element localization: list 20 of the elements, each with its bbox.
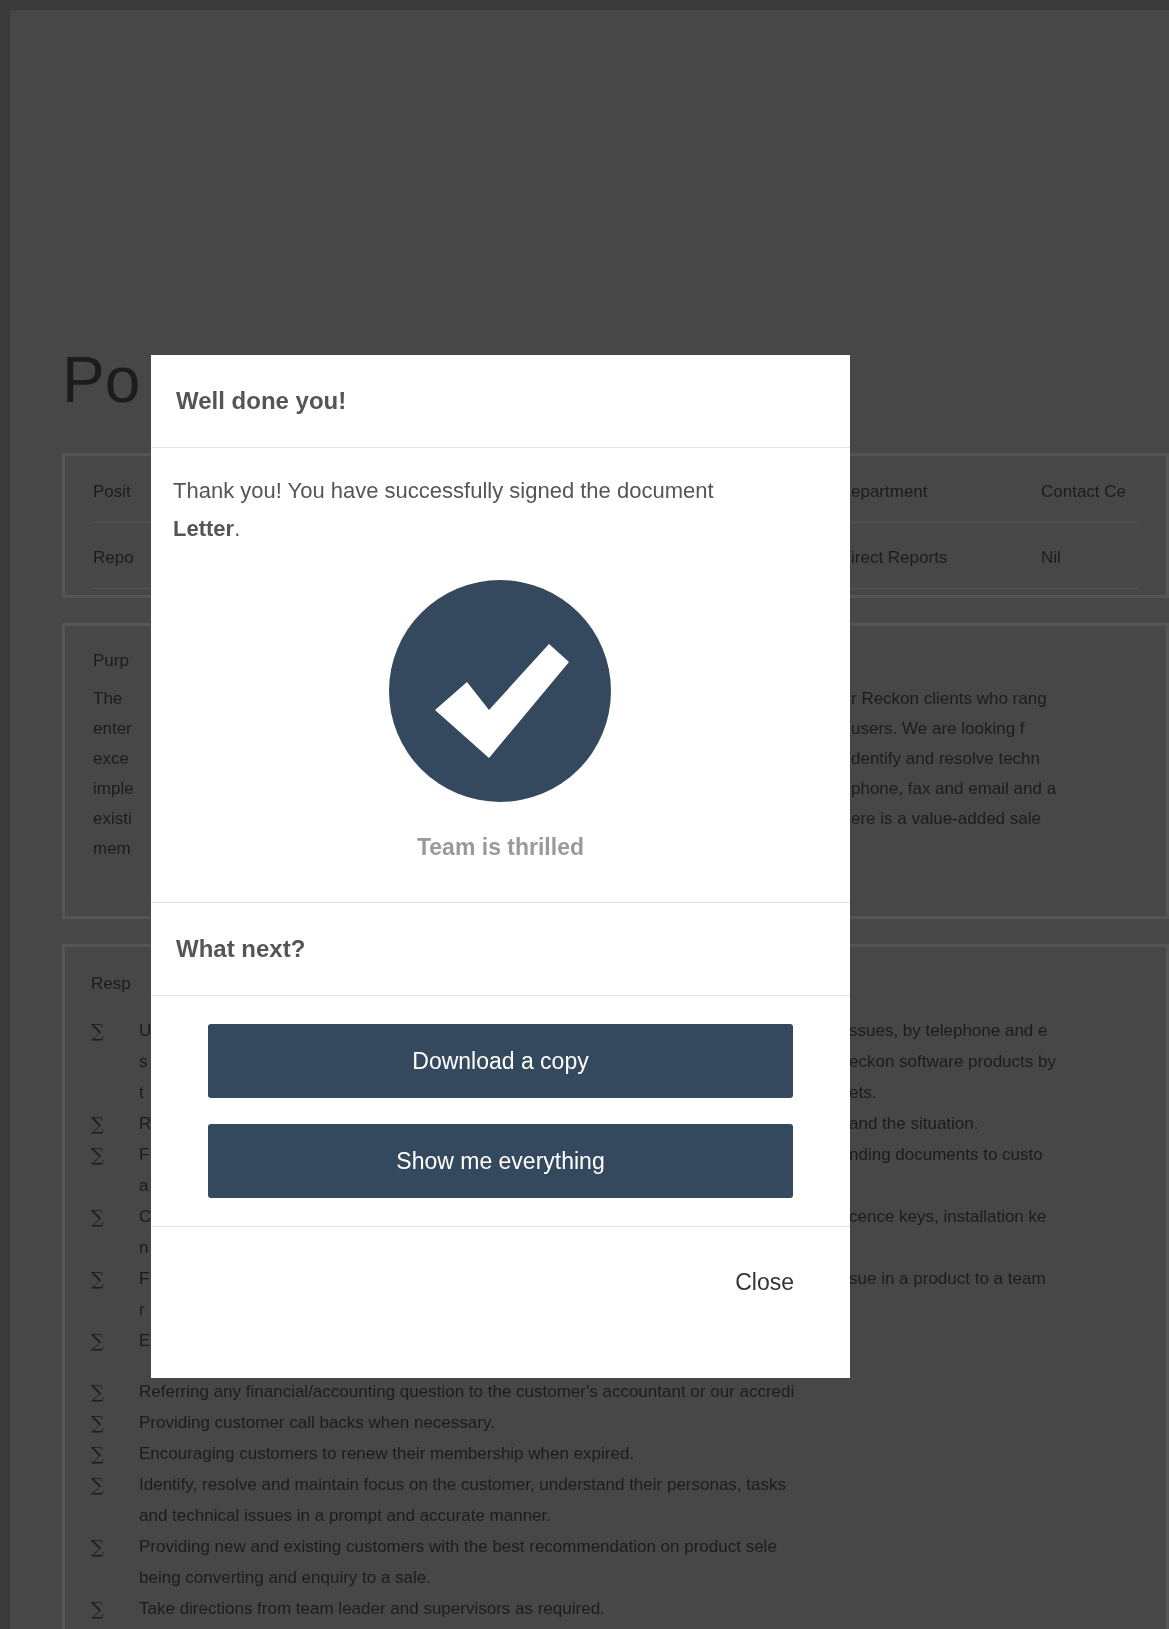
dialog-message: Thank you! You have successfully signed the document Letter. [173,477,715,543]
bullet-marker: ∑ [91,1535,104,1559]
bullet-marker: ∑ [91,1380,104,1404]
section-title: What next? [176,934,306,964]
bullet-marker: ∑ [91,1267,104,1291]
bullet-marker: ∑ [91,1112,104,1136]
action-button[interactable]: Download a copy [208,1024,793,1098]
bullet-marker: ∑ [91,1597,104,1621]
action-button[interactable]: Show me everything [208,1124,793,1198]
bullet-marker: ∑ [91,1473,104,1497]
bullet-marker: ∑ [91,1019,104,1043]
bullet-marker: ∑ [91,1143,104,1167]
success-check-icon [388,580,611,802]
dialog-title: Well done you! [176,386,347,416]
bullet-marker: ∑ [91,1329,104,1353]
bullet-marker: ∑ [91,1411,104,1435]
status-caption: Team is thrilled [417,833,584,862]
close-button[interactable]: Close [735,1265,794,1300]
bullet-marker: ∑ [91,1205,104,1229]
bullet-marker: ∑ [91,1442,104,1466]
